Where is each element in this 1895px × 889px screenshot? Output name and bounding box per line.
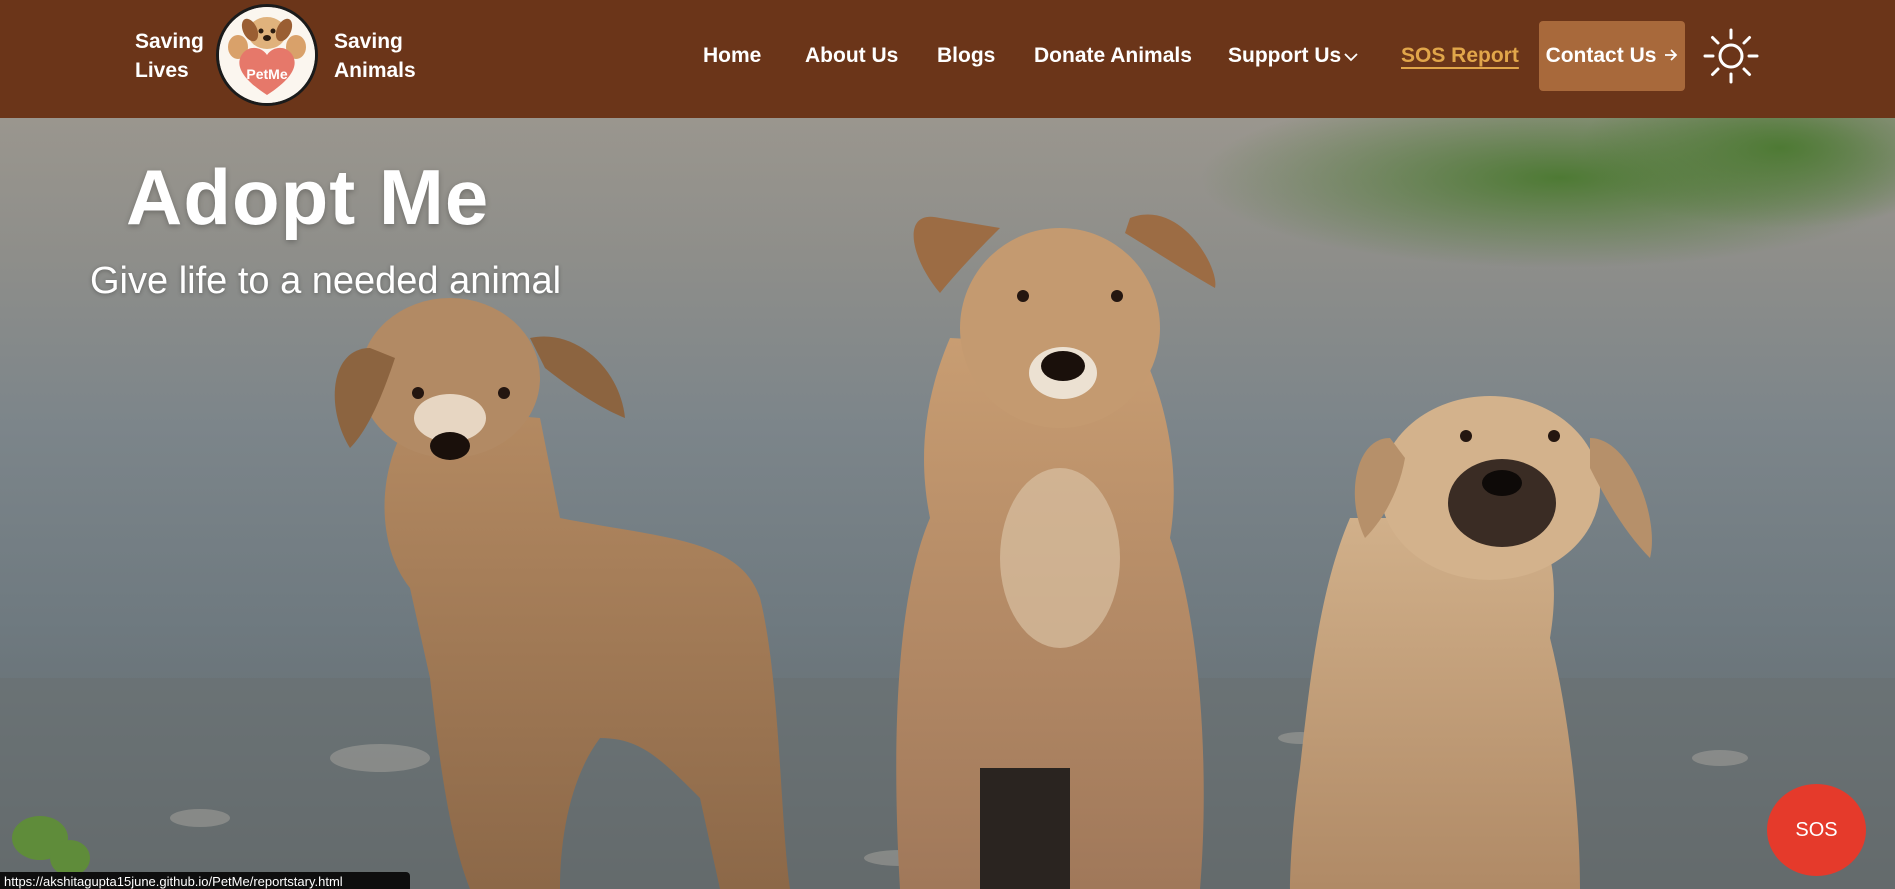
- nav-support-us-dropdown[interactable]: Support Us: [1228, 44, 1358, 68]
- contact-us-button[interactable]: Contact Us: [1539, 21, 1685, 91]
- hero-subtitle: Give life to a needed animal: [90, 260, 562, 302]
- nav-support-label: Support Us: [1228, 44, 1342, 67]
- sun-icon: [1703, 28, 1759, 84]
- hero-section: Adopt Me Give life to a needed animal: [0, 118, 1895, 889]
- theme-toggle-button[interactable]: [1703, 28, 1759, 84]
- hero-title: Adopt Me: [126, 153, 490, 241]
- status-bar-url: https://akshitagupta15june.github.io/Pet…: [0, 872, 410, 889]
- nav-home[interactable]: Home: [703, 44, 761, 68]
- chevron-down-icon: [1344, 44, 1358, 68]
- arrow-right-icon: [1664, 44, 1678, 68]
- contact-us-label: Contact Us: [1545, 44, 1657, 67]
- nav-about-us[interactable]: About Us: [805, 44, 898, 68]
- nav-sos-report[interactable]: SOS Report: [1401, 44, 1519, 68]
- navbar: Saving Lives PetMe Saving Animals Home A…: [0, 0, 1895, 118]
- nav-blogs[interactable]: Blogs: [937, 44, 995, 68]
- sos-floating-button[interactable]: SOS: [1767, 784, 1866, 876]
- nav-donate-animals[interactable]: Donate Animals: [1034, 44, 1192, 68]
